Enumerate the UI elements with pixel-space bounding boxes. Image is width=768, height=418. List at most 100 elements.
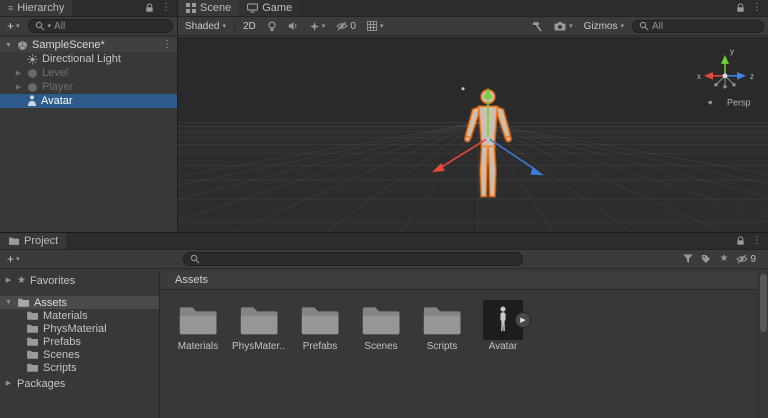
favorites-label: Favorites [29,274,76,287]
unity-scene-icon [18,40,27,50]
folder-icon [27,363,38,372]
project-search-input[interactable] [183,252,523,266]
asset-item-avatar[interactable]: ▶ Avatar [477,300,531,352]
lock-icon[interactable] [736,3,745,13]
create-object-button[interactable]: + ▾ [4,19,23,33]
scene-viewport[interactable]: x y z ◄ Persp [178,37,768,232]
avatar-silhouette-icon [500,306,506,332]
hidden-objects-count: 0 [350,20,356,32]
asset-item-scenes[interactable]: Scenes [355,300,407,352]
persp-label[interactable]: Persp [727,98,751,108]
folder-icon [362,307,400,335]
asset-item-physmaterial[interactable]: PhysMater... [232,300,286,352]
foldout-collapsed-icon[interactable]: ▶ [4,277,13,284]
preview-play-button[interactable]: ▶ [515,312,531,328]
shading-mode-dropdown[interactable]: Shaded ▾ [182,21,229,32]
asset-item-materials[interactable]: Materials [172,300,224,352]
tree-assets[interactable]: ▼ Assets [0,296,159,309]
foldout-collapsed-icon[interactable]: ▶ [14,70,23,77]
tree-item-player[interactable]: ▶ Player [0,80,177,94]
caret-down-icon: ▾ [569,22,573,30]
scene-toolbar: Shaded ▾ 2D ▾ 0 ▾ ▾ Gizmos ▾ All [178,17,768,36]
project-content: Assets Materials PhysMater... Prefabs Sc… [161,271,768,418]
scene-canvas[interactable]: x y z ◄ Persp [178,37,768,232]
foldout-collapsed-icon[interactable]: ▶ [14,84,23,91]
plus-icon: + [7,252,15,266]
project-toolbar: + ▾ ★ 9 [0,250,768,269]
folder-label: Scenes [43,348,80,361]
tools-hammer-icon [533,21,542,31]
folder-icon [179,307,217,335]
lock-icon[interactable] [736,236,745,246]
asset-item-prefabs[interactable]: Prefabs [294,300,346,352]
lock-icon[interactable] [145,3,154,13]
tree-folder-prefabs[interactable]: Prefabs [0,335,159,348]
tree-folder-scenes[interactable]: Scenes [0,348,159,361]
camera-icon [554,21,566,30]
hierarchy-search-value: All [54,20,66,32]
tree-item-avatar[interactable]: Avatar [0,94,177,108]
panel-menu-icon[interactable]: ⋮ [752,236,762,246]
scene-name: SampleScene* [32,39,105,51]
effects-dropdown[interactable]: ▾ [307,21,329,31]
folder-icon [27,311,38,320]
tree-item-label: Avatar [41,95,73,107]
avatar-thumbnail: ▶ [483,300,531,340]
create-asset-button[interactable]: + ▾ [4,252,23,266]
tree-item-directional-light[interactable]: Directional Light [0,52,177,66]
search-by-label-icon[interactable] [701,254,711,264]
asset-label: PhysMater... [232,341,286,352]
tree-folder-materials[interactable]: Materials [0,309,159,322]
camera-settings-dropdown[interactable]: ▾ [551,21,576,31]
axis-center[interactable] [722,73,728,79]
tab-game[interactable]: Game [239,0,301,16]
search-by-type-icon[interactable] [683,254,693,264]
hidden-packages-toggle[interactable]: 9 [736,254,756,265]
grid-visibility-dropdown[interactable]: ▾ [364,21,387,31]
foldout-expanded-icon[interactable]: ▼ [4,42,13,49]
toolbar-separator [234,20,235,32]
tree-item-scene[interactable]: ▼ SampleScene* ⋮ [0,38,177,52]
toggle-2d-button[interactable]: 2D [240,21,259,32]
gizmos-dropdown[interactable]: Gizmos ▾ [581,21,627,32]
directional-light-icon [27,53,38,65]
foldout-collapsed-icon[interactable]: ▶ [4,380,13,387]
save-search-star-icon[interactable]: ★ [719,254,728,264]
panel-menu-icon[interactable]: ⋮ [161,3,171,13]
prefab-icon [28,68,37,78]
folder-label: Materials [43,309,88,322]
tree-folder-physmaterial[interactable]: PhysMaterial [0,322,159,335]
folder-label: Scripts [43,361,77,374]
scene-audio-toggle[interactable] [285,21,302,31]
scene-search-value: All [652,20,664,32]
scene-menu-icon[interactable]: ⋮ [162,40,172,50]
vertical-scrollbar[interactable] [758,271,768,418]
scene-search-input[interactable]: All [632,19,764,33]
persp-chevron-icon: ◄ [706,100,713,107]
asset-item-scripts[interactable]: Scripts [416,300,468,352]
tab-hierarchy[interactable]: ≡ Hierarchy [0,0,73,16]
foldout-expanded-icon[interactable]: ▼ [4,299,13,306]
tree-folder-scripts[interactable]: Scripts [0,361,159,374]
panel-menu-icon[interactable]: ⋮ [752,3,762,13]
tree-packages[interactable]: ▶ Packages [0,377,159,390]
component-tools-button[interactable] [529,21,546,32]
breadcrumb-assets[interactable]: Assets [175,274,208,286]
tab-project[interactable]: Project [0,233,67,249]
axis-z-label: z [750,72,754,81]
axis-y-label: y [730,47,734,56]
hidden-objects-toggle[interactable]: 0 [333,21,359,32]
tree-favorites[interactable]: ▶ ★ Favorites [0,274,159,287]
folder-icon [240,307,278,335]
search-icon [190,254,200,264]
folder-icon [423,307,461,335]
scene-lighting-toggle[interactable] [264,20,280,32]
asset-label: Prefabs [302,341,338,352]
effects-star-icon [309,21,319,31]
scrollbar-thumb[interactable] [760,274,767,332]
caret-down-icon: ▾ [321,22,326,30]
tab-scene[interactable]: Scene [178,0,240,16]
tree-item-level[interactable]: ▶ Level [0,66,177,80]
hierarchy-search-input[interactable]: ▾ All [27,19,173,33]
tree-item-label: Level [42,67,69,79]
